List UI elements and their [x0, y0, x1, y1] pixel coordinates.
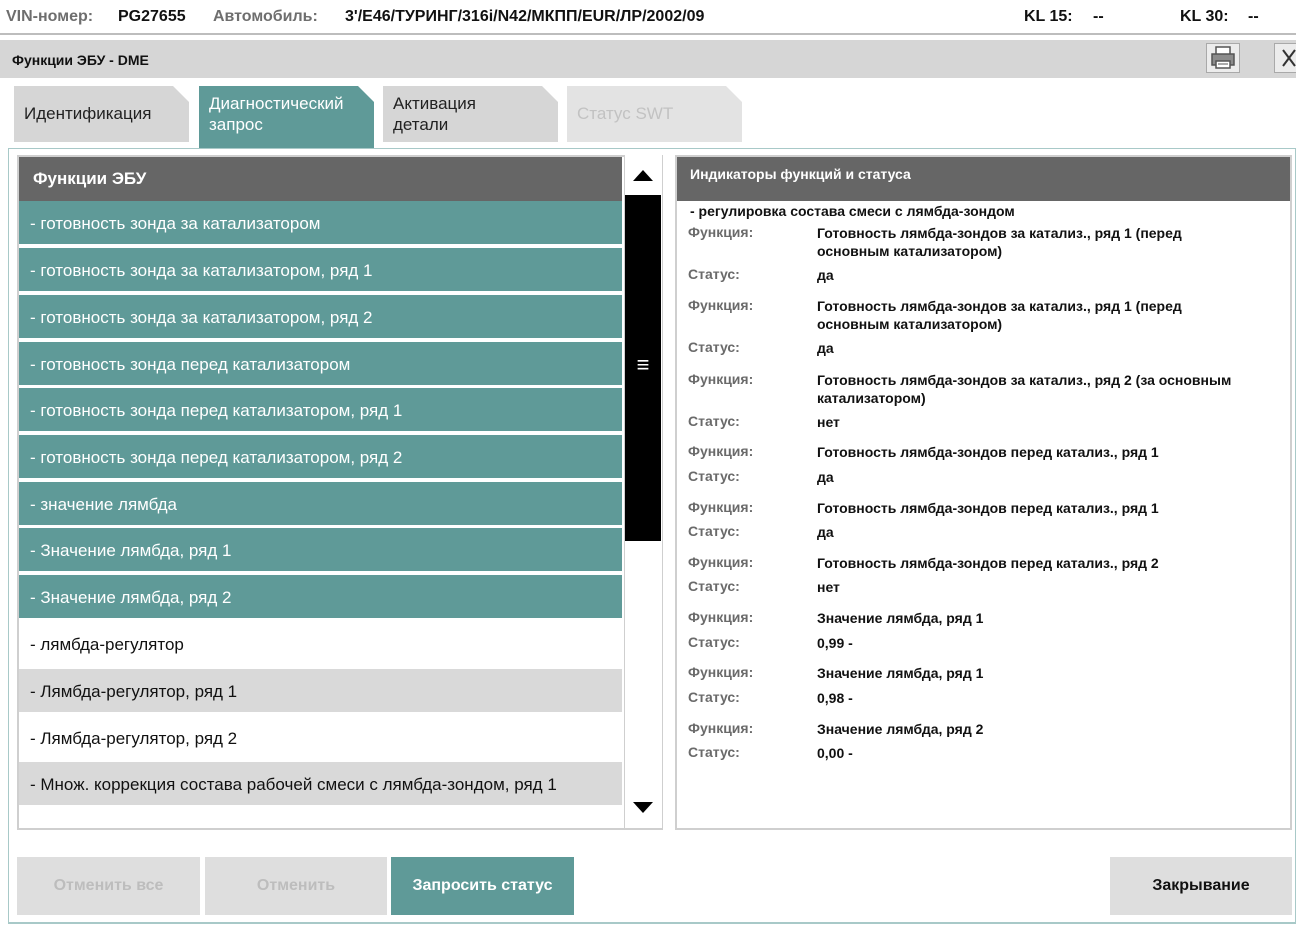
list-item[interactable]: - готовность зонда перед катализатором, …	[19, 435, 622, 480]
status-value: да	[817, 469, 834, 485]
close-icon	[1282, 49, 1296, 67]
status-label: Статус:	[688, 523, 740, 539]
list-item[interactable]: - Лямбда-регулятор, ряд 1	[19, 669, 622, 714]
status-label: Статус:	[688, 468, 740, 484]
list-item[interactable]: - готовность зонда за катализатором	[19, 201, 622, 246]
function-value: Значение лямбда, ряд 1	[817, 610, 984, 626]
function-value: Готовность лямбда-зондов перед катализ.,…	[817, 500, 1159, 516]
status-label: Статус:	[688, 339, 740, 355]
function-value: Готовность лямбда-зондов перед катализ.,…	[817, 555, 1159, 571]
status-value: нет	[817, 414, 840, 430]
printer-icon	[1211, 46, 1235, 69]
function-value: Готовность лямбда-зондов за катализ., ря…	[817, 298, 1182, 332]
list-item[interactable]: - готовность зонда за катализатором, ряд…	[19, 295, 622, 340]
function-label: Функция:	[688, 443, 754, 459]
tab-diagnostic-request[interactable]: Диагностический запрос	[199, 86, 374, 148]
list-item[interactable]: - Значение лямбда, ряд 2	[19, 575, 622, 620]
vin-label: VIN-номер:	[6, 8, 94, 25]
list-item[interactable]: - Множ. коррекция состава рабочей смеси …	[19, 762, 622, 807]
function-label: Функция:	[688, 554, 754, 570]
tab-component-activation[interactable]: Активация детали	[383, 86, 558, 142]
tab-diagnostic-request-line1: Диагностический	[209, 94, 344, 113]
request-status-button[interactable]: Запросить статус	[391, 857, 574, 915]
status-value: нет	[817, 579, 840, 595]
function-label: Функция:	[688, 720, 754, 736]
status-label: Статус:	[688, 266, 740, 282]
status-label: Статус:	[688, 578, 740, 594]
function-value: Значение лямбда, ряд 2	[817, 721, 984, 737]
window-header: Функции ЭБУ - DME	[0, 40, 1296, 78]
status-label: Статус:	[688, 689, 740, 705]
function-label: Функция:	[688, 664, 754, 680]
tab-swt-status: Статус SWT	[567, 86, 742, 142]
list-item[interactable]: - готовность зонда за катализатором, ряд…	[19, 248, 622, 293]
status-panel-subtitle: - регулировка состава смеси с лямбда-зон…	[690, 203, 1015, 219]
window-title: Функции ЭБУ - DME	[12, 52, 149, 68]
vin-value: PG27655	[118, 8, 186, 25]
tab-identification-label: Идентификация	[24, 104, 152, 123]
status-label: Статус:	[688, 744, 740, 760]
status-value: да	[817, 340, 834, 356]
function-label: Функция:	[688, 224, 754, 240]
kl30-value: --	[1248, 8, 1259, 25]
window-close-button[interactable]	[1274, 43, 1296, 73]
function-label: Функция:	[688, 297, 754, 313]
status-value: 0,98 -	[817, 690, 853, 706]
kl30-label: KL 30:	[1180, 8, 1229, 25]
function-value: Готовность лямбда-зондов за катализ., ря…	[817, 225, 1182, 259]
car-label: Автомобиль:	[213, 8, 318, 25]
status-label: Статус:	[688, 634, 740, 650]
vehicle-info-bar: VIN-номер: PG27655 Автомобиль: 3'/E46/ТУ…	[0, 0, 1296, 34]
tab-swt-status-label: Статус SWT	[577, 104, 674, 123]
status-panel-header: Индикаторы функций и статуса	[677, 157, 1290, 201]
list-item[interactable]: - лямбда-регулятор	[19, 622, 622, 667]
function-value: Готовность лямбда-зондов за катализ., ря…	[817, 372, 1232, 406]
tab-component-activation-line2: детали	[393, 115, 449, 134]
status-value: 0,00 -	[817, 745, 853, 761]
function-value: Значение лямбда, ряд 1	[817, 665, 984, 681]
list-item[interactable]: - готовность зонда перед катализатором	[19, 342, 622, 387]
cancel-button: Отменить	[205, 857, 387, 915]
close-button[interactable]: Закрывание	[1110, 857, 1292, 915]
scroll-up-button[interactable]	[625, 157, 661, 195]
list-item[interactable]: - Лямбда-регулятор, ряд 2	[19, 716, 622, 761]
arrow-down-icon	[633, 802, 653, 813]
scroll-down-button[interactable]	[625, 788, 661, 826]
function-label: Функция:	[688, 609, 754, 625]
kl15-value: --	[1093, 8, 1104, 25]
list-item[interactable]: - готовность зонда перед катализатором, …	[19, 388, 622, 433]
function-label: Функция:	[688, 499, 754, 515]
kl15-label: KL 15:	[1024, 8, 1073, 25]
status-value: да	[817, 267, 834, 283]
function-label: Функция:	[688, 371, 754, 387]
function-value: Готовность лямбда-зондов перед катализ.,…	[817, 444, 1159, 460]
ecu-functions-header: Функции ЭБУ	[19, 157, 622, 201]
car-value: 3'/E46/ТУРИНГ/316i/N42/МКПП/EUR/ЛР/2002/…	[345, 8, 705, 25]
status-label: Статус:	[688, 413, 740, 429]
tab-identification[interactable]: Идентификация	[14, 86, 189, 142]
status-value: 0,99 -	[817, 635, 853, 651]
tab-diagnostic-request-line2: запрос	[209, 115, 263, 134]
tab-component-activation-line1: Активация	[393, 94, 476, 113]
list-item[interactable]: - Значение лямбда, ряд 1	[19, 528, 622, 573]
scroll-grip-icon: ≡	[636, 352, 650, 377]
list-item[interactable]: - значение лямбда	[19, 482, 622, 527]
topbar-divider	[0, 33, 1296, 35]
cancel-all-button: Отменить все	[17, 857, 200, 915]
print-button[interactable]	[1206, 43, 1240, 73]
arrow-up-icon	[633, 170, 653, 181]
status-value: да	[817, 524, 834, 540]
